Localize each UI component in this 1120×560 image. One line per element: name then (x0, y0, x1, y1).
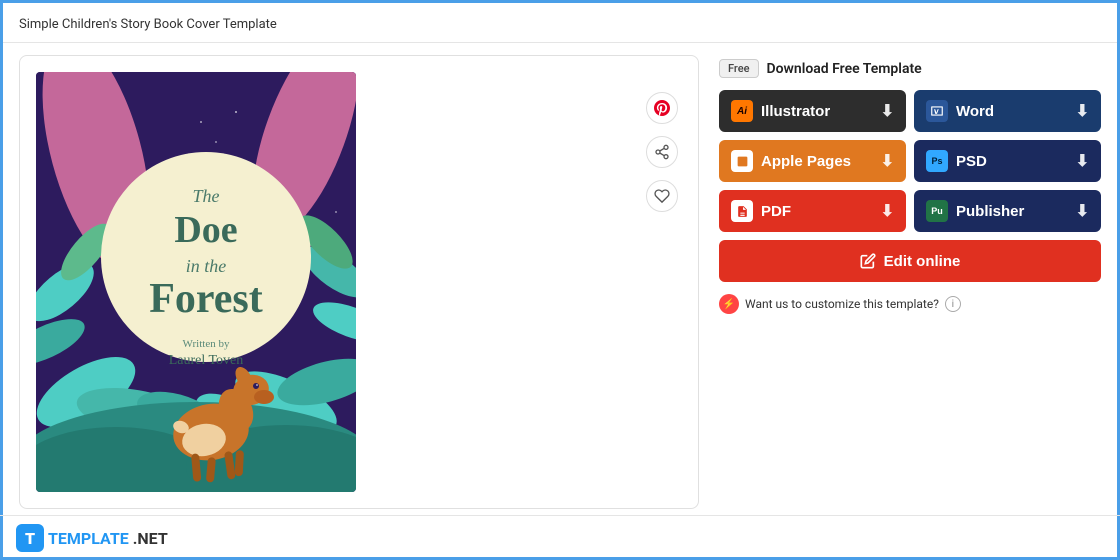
pdf-download-arrow: ⬇ (881, 201, 894, 221)
illustrator-button[interactable]: Ai Illustrator ⬇ (719, 90, 906, 132)
free-badge-row: Free Download Free Template (719, 59, 1101, 78)
page-title: Simple Children's Story Book Cover Templ… (19, 17, 277, 32)
svg-text:Doe: Doe (174, 209, 237, 251)
customize-row: ⚡ Want us to customize this template? i (719, 294, 1101, 314)
psd-button[interactable]: Ps PSD ⬇ (914, 140, 1101, 182)
brand-suffix: .NET (133, 529, 168, 548)
svg-text:Written by: Written by (183, 338, 230, 350)
publisher-icon: Pu (926, 200, 948, 222)
preview-card: The Doe in the Forest Written by Laurel … (19, 55, 699, 509)
apple-pages-button[interactable]: Apple Pages ⬇ (719, 140, 906, 182)
download-buttons-grid: Ai Illustrator ⬇ Word ⬇ (719, 90, 1101, 232)
download-section-label: Download Free Template (767, 61, 922, 77)
psd-icon: Ps (926, 150, 948, 172)
main-content: The Doe in the Forest Written by Laurel … (3, 43, 1117, 521)
svg-text:in the: in the (186, 256, 227, 276)
logo-icon: T (16, 524, 44, 552)
share-button[interactable] (646, 136, 678, 168)
publisher-download-arrow: ⬇ (1076, 201, 1089, 221)
psd-download-arrow: ⬇ (1076, 151, 1089, 171)
book-cover: The Doe in the Forest Written by Laurel … (36, 72, 356, 492)
apple-pages-btn-content: Apple Pages (731, 150, 851, 172)
apple-pages-download-arrow: ⬇ (881, 151, 894, 171)
customize-text: Want us to customize this template? (745, 297, 939, 311)
word-btn-content: Word (926, 100, 994, 122)
word-download-arrow: ⬇ (1076, 101, 1089, 121)
customize-lightning-icon: ⚡ (719, 294, 739, 314)
info-icon[interactable]: i (945, 296, 961, 312)
edit-icon (860, 253, 876, 269)
illustrator-btn-content: Ai Illustrator (731, 100, 830, 122)
apple-pages-icon (731, 150, 753, 172)
pinterest-button[interactable] (646, 92, 678, 124)
word-icon (926, 100, 948, 122)
page-header: Simple Children's Story Book Cover Templ… (3, 3, 1117, 43)
svg-text:Forest: Forest (149, 276, 263, 322)
right-panel: Free Download Free Template Ai Illustrat… (719, 55, 1101, 509)
favorite-button[interactable] (646, 180, 678, 212)
pdf-button[interactable]: PDF ⬇ (719, 190, 906, 232)
brand-name: TEMPLATE (48, 529, 129, 548)
pdf-btn-content: PDF (731, 200, 791, 222)
side-actions (646, 84, 678, 212)
psd-btn-content: Ps PSD (926, 150, 987, 172)
footer: T TEMPLATE .NET (0, 515, 1120, 560)
svg-text:The: The (193, 186, 220, 206)
publisher-btn-content: Pu Publisher (926, 200, 1024, 222)
publisher-button[interactable]: Pu Publisher ⬇ (914, 190, 1101, 232)
illustrator-icon: Ai (731, 100, 753, 122)
word-button[interactable]: Word ⬇ (914, 90, 1101, 132)
svg-text:Laurel Toven: Laurel Toven (169, 353, 244, 368)
edit-online-button[interactable]: Edit online (719, 240, 1101, 282)
pdf-icon (731, 200, 753, 222)
illustrator-download-arrow: ⬇ (881, 101, 894, 121)
free-badge: Free (719, 59, 759, 78)
